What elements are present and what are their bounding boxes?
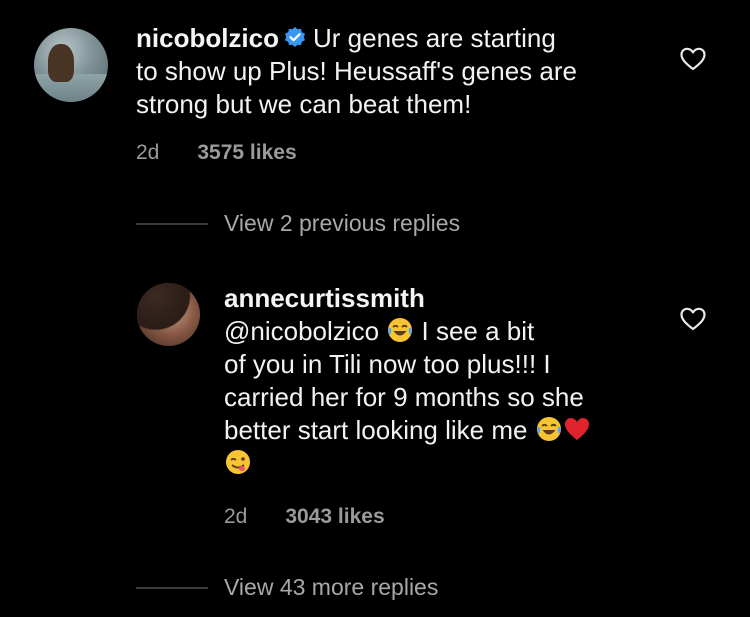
like-heart-icon[interactable] [679, 306, 707, 332]
face-with-tears-of-joy-icon [388, 318, 413, 342]
comment-text-line2: to show up Plus! Heussaff's genes are [136, 56, 577, 86]
comment-text-line1: Ur genes are starting [313, 23, 556, 53]
comment-username[interactable]: annecurtissmith [224, 283, 425, 313]
avatar-hair [137, 283, 200, 346]
comment-time[interactable]: 2d [224, 505, 247, 528]
face-savoring-food-icon [226, 450, 250, 474]
view-more-replies-label: View 43 more replies [224, 574, 439, 600]
comment-nicobolzico: nicobolzico Ur genes are starting to sho… [136, 22, 656, 121]
view-previous-replies-button[interactable]: View 2 previous replies [136, 210, 460, 237]
comment-meta: 2d 3043 likes [224, 505, 385, 529]
avatar-nicobolzico[interactable] [34, 28, 108, 102]
comment-text-line3: carried her for 9 months so she [224, 382, 584, 412]
comment-text-line3: strong but we can beat them! [136, 89, 472, 119]
comment-likes[interactable]: 3043 likes [285, 505, 384, 528]
comment-annecurtissmith: annecurtissmith @nicobolzico I see a bit… [224, 282, 664, 480]
view-previous-replies-label: View 2 previous replies [224, 210, 461, 236]
comment-likes[interactable]: 3575 likes [197, 141, 296, 164]
face-with-tears-of-joy-icon [536, 417, 561, 441]
avatar-figure [48, 44, 74, 82]
replies-divider-line [136, 222, 208, 225]
avatar-annecurtissmith[interactable] [137, 283, 200, 346]
comment-meta: 2d 3575 likes [136, 141, 297, 165]
replies-divider-line [136, 586, 208, 589]
comment-time[interactable]: 2d [136, 141, 159, 164]
comment-mention[interactable]: @nicobolzico [224, 316, 379, 346]
verified-badge-icon [285, 27, 305, 47]
view-more-replies-button[interactable]: View 43 more replies [136, 574, 438, 601]
comment-text-line1: I see a bit [421, 316, 535, 346]
comment-username[interactable]: nicobolzico [136, 23, 279, 53]
comment-text-line2: of you in Tili now too plus!!! I [224, 349, 551, 379]
comment-text-line4: better start looking like me [224, 415, 528, 445]
red-heart-icon [564, 418, 589, 440]
like-heart-icon[interactable] [679, 46, 707, 72]
